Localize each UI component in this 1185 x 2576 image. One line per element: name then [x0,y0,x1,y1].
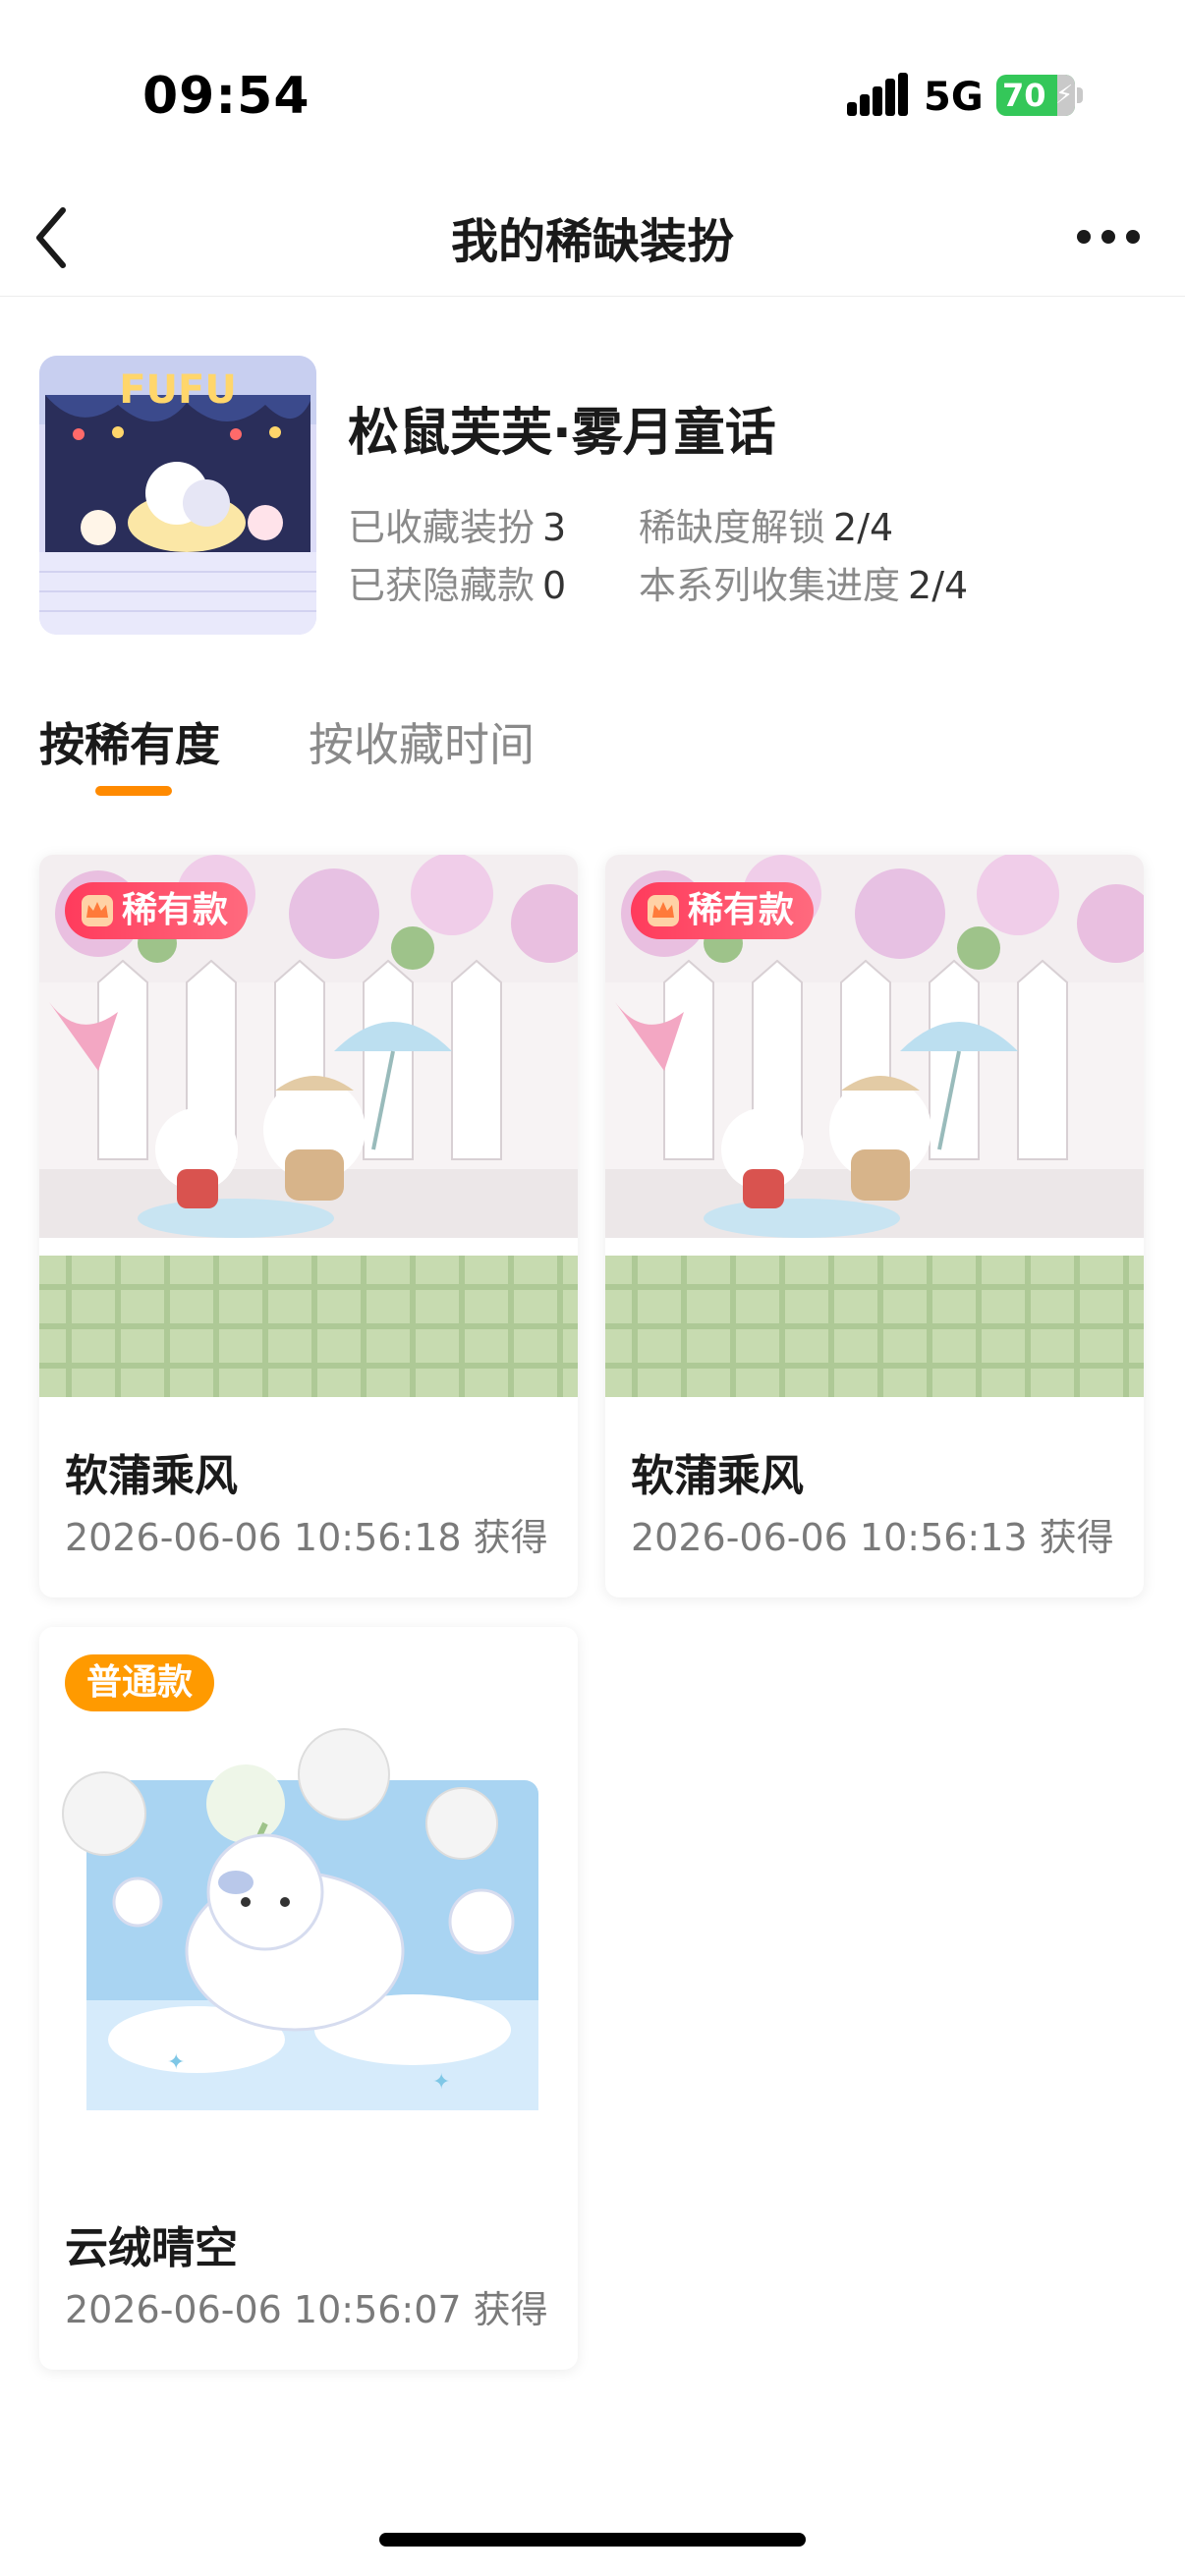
outfit-name: 软蒲乘风 [631,1451,804,1501]
tab-by-time[interactable]: 按收藏时间 [309,709,535,774]
svg-text:✦: ✦ [167,2050,185,2075]
signal-icon [847,73,908,116]
outfit-card[interactable]: 稀有款 软蒲乘风 2026-06-06 10:56:18 获得 [39,855,578,1597]
outfit-name: 云绒晴空 [65,2223,238,2273]
battery-level: 70 [1002,77,1046,114]
rarity-badge: 普通款 [65,1654,215,1711]
obtained-time: 2026-06-06 10:56:13 获得 [631,1516,1114,1559]
rarity-badge: 稀有款 [65,882,249,939]
more-icon [1077,230,1091,244]
svg-text:✦: ✦ [432,2070,450,2095]
rarity-badge: 稀有款 [631,882,815,939]
crown-icon [648,895,679,926]
status-bar: 09:54 5G 70 ⚡ [0,0,1185,177]
svg-text:FUFU: FUFU [119,367,237,413]
obtained-time: 2026-06-06 10:56:18 获得 [65,1516,548,1559]
more-button[interactable] [1069,216,1148,255]
stat-progress: 本系列收集进度 2/4 [639,564,969,607]
stat-hidden: 已获隐藏款 0 [348,564,567,607]
tab-by-rarity[interactable]: 按稀有度 [39,709,220,774]
stat-rarity-unlocked: 稀缺度解锁 2/4 [639,506,894,549]
tab-indicator [95,786,172,796]
series-cover-image: FUFU [39,356,316,635]
outfit-card[interactable]: 稀有款 软蒲乘风 2026-06-06 10:56:13 获得 [605,855,1144,1597]
page-title: 我的稀缺装扮 [450,214,734,269]
home-indicator[interactable] [379,2533,806,2547]
status-time: 09:54 [142,67,310,126]
outfit-name: 软蒲乘风 [65,1451,238,1501]
charging-icon: ⚡ [1055,81,1074,110]
obtained-time: 2026-06-06 10:56:07 获得 [65,2288,548,2331]
nav-bar: 我的稀缺装扮 [0,177,1185,297]
network-label: 5G [924,75,984,120]
crown-icon [82,895,113,926]
stat-collected: 已收藏装扮 3 [348,506,567,549]
outfit-card[interactable]: ✦ ✦ 普通款 云绒晴空 2026-06-06 10:56:07 获得 [39,1627,578,2370]
series-name: 松鼠芙芙·雾月童话 [348,404,776,463]
